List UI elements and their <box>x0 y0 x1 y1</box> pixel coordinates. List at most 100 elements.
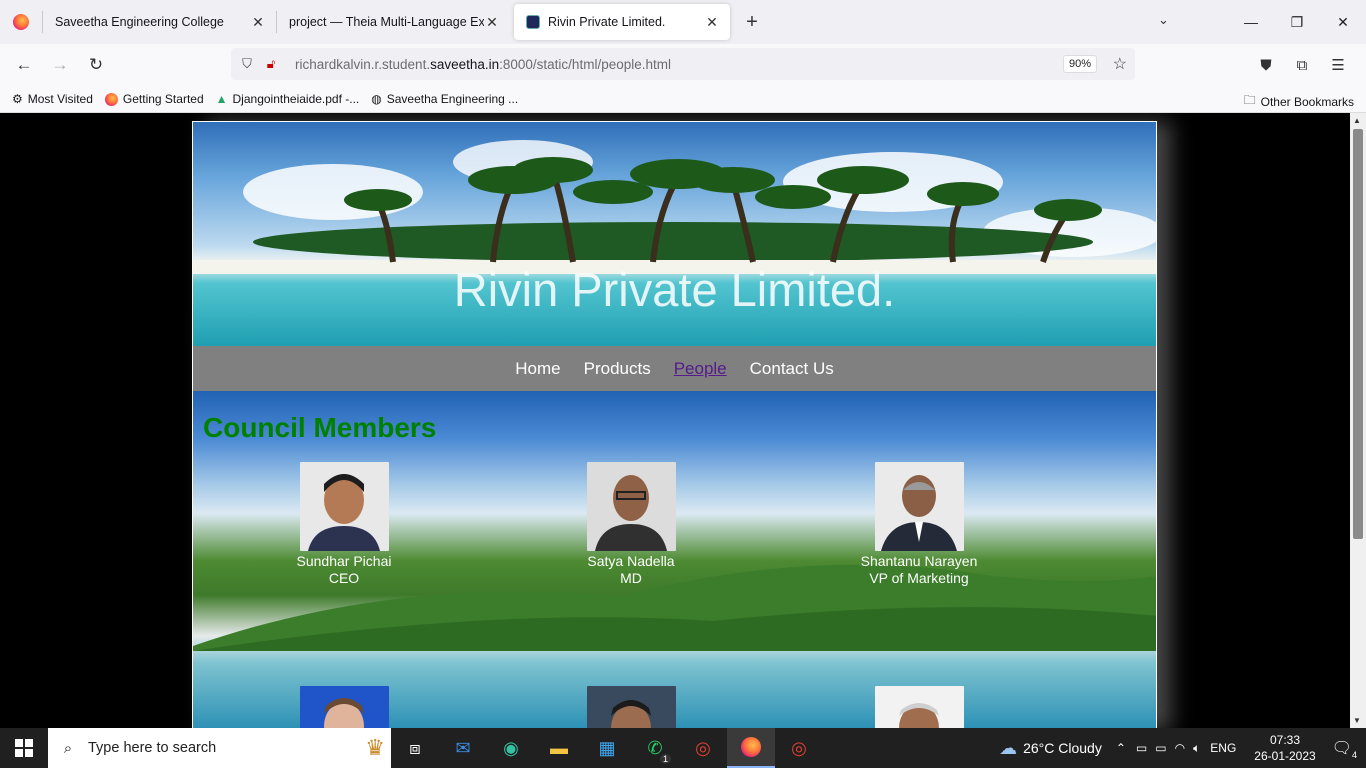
shield-icon[interactable]: ⛉ <box>235 56 259 72</box>
microsoft-store-icon[interactable]: ▦ <box>583 728 631 768</box>
bookmark-saveetha[interactable]: ◍ Saveetha Engineering ... <box>371 92 518 106</box>
address-bar[interactable]: ⛉ 🔓︎ richardkalvin.r.student.saveetha.in… <box>231 48 1135 80</box>
tab-rivin[interactable]: Rivin Private Limited. ✕ <box>514 4 730 40</box>
minimize-icon[interactable]: — <box>1228 14 1274 30</box>
firefox-icon <box>13 14 29 30</box>
scroll-down-icon[interactable]: ▼ <box>1353 716 1361 725</box>
close-tab-icon[interactable]: ✕ <box>484 14 500 31</box>
forward-icon[interactable]: → <box>42 47 78 83</box>
task-view-icon[interactable]: ⧈ <box>391 728 439 768</box>
whatsapp-badge: 1 <box>659 754 671 764</box>
notification-count: 4 <box>1351 750 1357 760</box>
pocket-icon[interactable]: ⛊ <box>1248 57 1284 74</box>
member-photo <box>586 686 676 728</box>
site-title: Rivin Private Limited. <box>453 263 896 316</box>
search-icon: ⌕ <box>63 739 73 757</box>
bookmark-django-pdf[interactable]: ▲ Djangointheiaide.pdf -... <box>216 92 360 106</box>
member-photo <box>874 686 964 728</box>
bookmark-star-icon[interactable]: ☆ <box>1113 54 1127 74</box>
extensions-icon[interactable]: ⧉ <box>1284 57 1320 74</box>
bookmarks-toolbar: ⚙ Most Visited Getting Started ▲ Djangoint… <box>0 86 1366 113</box>
other-bookmarks[interactable]: 🗀 Other Bookmarks <box>1244 91 1354 112</box>
member-role: CEO <box>328 570 360 586</box>
url-domain: saveetha.in <box>430 56 500 72</box>
windows-taskbar: ⌕ Type here to search ♛ ⧈ ✉ ◉ ▬ ▦ ✆ 1 ◎ ◎… <box>0 728 1366 768</box>
cloud-icon: ☁ <box>999 737 1018 758</box>
firefox-taskbar-icon[interactable] <box>727 728 775 768</box>
reload-icon[interactable]: ↻ <box>78 47 114 83</box>
bookmark-label: Getting Started <box>122 92 204 106</box>
firefox-view-button[interactable] <box>0 0 42 44</box>
battery-icon[interactable]: ▭ <box>1155 741 1166 755</box>
tab-title: Saveetha Engineering College <box>55 15 224 29</box>
member-card <box>551 686 711 728</box>
clock[interactable]: 07:33 26-01-2023 <box>1254 732 1315 764</box>
menu-people[interactable]: People <box>674 359 727 379</box>
member-card <box>264 686 424 728</box>
member-name: Sundhar Pichai <box>296 553 392 569</box>
url-text: richardkalvin.r.student.saveetha.in:8000… <box>295 57 671 72</box>
url-prefix: richardkalvin.r.student. <box>295 56 431 72</box>
wifi-icon[interactable]: ◠ <box>1175 741 1185 755</box>
start-button[interactable] <box>0 728 48 768</box>
file-explorer-icon[interactable]: ▬ <box>535 728 583 768</box>
new-tab-button[interactable]: + <box>734 4 770 40</box>
site-favicon-icon <box>526 15 540 29</box>
menu-products[interactable]: Products <box>584 359 651 379</box>
taskbar-search-box[interactable]: ⌕ Type here to search ♛ <box>48 728 391 768</box>
tab-theia[interactable]: project — Theia Multi-Language Ex ✕ <box>277 4 510 40</box>
bookmark-getting-started[interactable]: Getting Started <box>104 92 204 106</box>
menu-home[interactable]: Home <box>515 359 560 379</box>
url-suffix: :8000/static/html/people.html <box>499 56 671 72</box>
chrome-icon[interactable]: ◎ <box>679 728 727 768</box>
whatsapp-icon[interactable]: ✆ 1 <box>631 728 679 768</box>
member-photo <box>586 462 676 551</box>
zoom-indicator[interactable]: 90% <box>1062 55 1097 73</box>
section-title: Council Members <box>203 412 437 443</box>
page-scrollbar[interactable]: ▲ ▼ <box>1350 113 1366 728</box>
windows-logo-icon <box>15 739 33 757</box>
member-name: Satya Nadella <box>587 553 675 569</box>
chevron-up-icon[interactable]: ⌃ <box>1116 741 1126 755</box>
weather-text[interactable]: 26°C Cloudy <box>1023 740 1102 756</box>
bookmark-label: Saveetha Engineering ... <box>386 92 519 106</box>
member-card: Sundhar Pichai CEO <box>264 462 424 587</box>
chrome-profile-icon[interactable]: ◎ <box>775 728 823 768</box>
tab-saveetha[interactable]: Saveetha Engineering College ✕ <box>43 4 276 40</box>
bookmark-label: Most Visited <box>27 92 93 106</box>
scrollbar-thumb[interactable] <box>1353 129 1363 539</box>
system-tray: ☁ 26°C Cloudy ⌃ ▭ ▭ ◠ 🔈︎ ENG 07:33 26-01… <box>999 728 1366 768</box>
restore-icon[interactable]: ❐ <box>1274 14 1320 31</box>
menu-contact-us[interactable]: Contact Us <box>750 359 834 379</box>
tab-title: Rivin Private Limited. <box>548 15 666 29</box>
menu-icon[interactable]: ☰ <box>1320 56 1356 74</box>
bookmark-most-visited[interactable]: ⚙ Most Visited <box>12 92 93 106</box>
notifications-icon[interactable]: 🗨︎ 4 <box>1332 738 1357 760</box>
close-tab-icon[interactable]: ✕ <box>704 14 720 31</box>
folder-icon: 🗀 <box>1243 93 1256 107</box>
clock-time: 07:33 <box>1269 733 1300 747</box>
tab-title: project — Theia Multi-Language Ex <box>289 15 484 29</box>
meet-now-icon[interactable]: ▭ <box>1136 741 1147 755</box>
member-photo <box>299 462 389 551</box>
other-bookmarks-label: Other Bookmarks <box>1260 94 1354 109</box>
edge-icon[interactable]: ◉ <box>487 728 535 768</box>
volume-icon[interactable]: 🔈︎ <box>1193 741 1200 756</box>
member-photo <box>299 686 389 728</box>
member-card <box>839 686 999 728</box>
globe-icon: ◍ <box>371 92 382 106</box>
close-window-icon[interactable]: ✕ <box>1320 14 1366 31</box>
close-tab-icon[interactable]: ✕ <box>250 14 266 31</box>
member-photo <box>874 462 964 551</box>
scroll-up-icon[interactable]: ▲ <box>1353 116 1361 125</box>
page-viewport: Rivin Private Limited. Home Products Peo… <box>0 113 1366 728</box>
insecure-lock-icon[interactable]: 🔓︎ <box>259 56 283 72</box>
list-all-tabs-icon[interactable]: ⌄ <box>1158 12 1169 28</box>
main-menu: Home Products People Contact Us <box>193 346 1156 391</box>
mail-icon[interactable]: ✉ <box>439 728 487 768</box>
language-indicator[interactable]: ENG <box>1210 741 1236 755</box>
tab-bar: Saveetha Engineering College ✕ project —… <box>0 0 1366 44</box>
member-name: Shantanu Narayen <box>860 553 978 569</box>
back-icon[interactable]: ← <box>6 47 42 83</box>
republic-day-emblem-icon: ♛ <box>365 735 385 760</box>
